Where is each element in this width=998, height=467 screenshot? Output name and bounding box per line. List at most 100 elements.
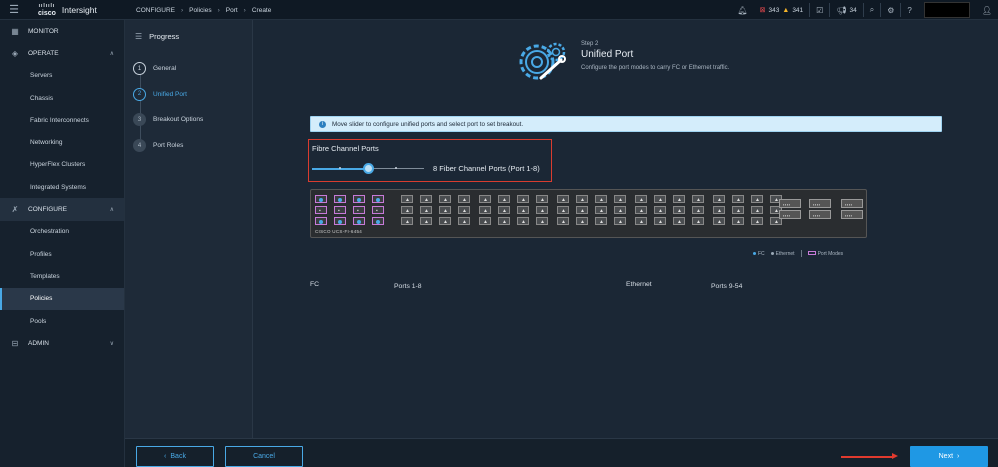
switch-port[interactable]: ▲ [401, 195, 413, 203]
switch-port[interactable]: ▲ [732, 217, 744, 225]
logo[interactable]: ıılıılı cisco Intersight [28, 0, 128, 20]
switch-port[interactable]: ▲ [654, 206, 666, 214]
progress-step-unified-port[interactable]: 2 Unified Port [133, 87, 187, 101]
switch-port[interactable]: ▲ [439, 217, 451, 225]
user-name-redacted[interactable] [923, 2, 970, 18]
switch-port[interactable]: ▲ [614, 217, 626, 225]
nav-item-fabric-interconnects[interactable]: Fabric Interconnects [0, 109, 124, 131]
switch-port[interactable] [353, 217, 365, 225]
uplink-port[interactable]: ▪▪▪▪ [841, 199, 863, 208]
switch-port[interactable]: ▲ [576, 195, 588, 203]
switch-port[interactable]: ▲ [401, 206, 413, 214]
nav-operate[interactable]: ◈ OPERATE ∧ [0, 42, 124, 64]
switch-port[interactable]: ▲ [557, 217, 569, 225]
switch-port[interactable]: ▲ [713, 206, 725, 214]
user-button[interactable]: 👤︎ [976, 0, 998, 20]
switch-port[interactable]: ▲ [479, 195, 491, 203]
switch-port[interactable]: ▲ [635, 206, 647, 214]
switch-port[interactable] [334, 217, 346, 225]
switch-port[interactable]: ▲ [498, 195, 510, 203]
switch-port[interactable]: ▪ [315, 206, 327, 214]
uplink-port[interactable]: ▪▪▪▪ [841, 210, 863, 219]
switch-port[interactable]: ▲ [732, 206, 744, 214]
switch-port[interactable]: ▲ [614, 206, 626, 214]
switch-port[interactable]: ▲ [692, 206, 704, 214]
switch-port[interactable]: ▲ [595, 206, 607, 214]
switch-port[interactable]: ▪ [372, 206, 384, 214]
switch-port[interactable]: ▲ [458, 195, 470, 203]
nav-item-policies[interactable]: Policies [0, 287, 124, 310]
nav-item-profiles[interactable]: Profiles [0, 243, 124, 265]
switch-port[interactable]: ▲ [536, 195, 548, 203]
nav-item-orchestration[interactable]: Orchestration [0, 221, 124, 243]
progress-step-breakout-options[interactable]: 3 Breakout Options [133, 113, 203, 126]
switch-port[interactable]: ▲ [692, 217, 704, 225]
breadcrumb-configure[interactable]: CONFIGURE [136, 7, 175, 14]
switch-port[interactable]: ▲ [713, 217, 725, 225]
switch-port[interactable]: ▲ [635, 217, 647, 225]
switch-port[interactable]: ▲ [635, 195, 647, 203]
switch-port[interactable]: ▲ [557, 206, 569, 214]
switch-port[interactable]: ▲ [576, 217, 588, 225]
nav-configure[interactable]: ✗ CONFIGURE ∧ [0, 198, 124, 221]
switch-port[interactable] [315, 217, 327, 225]
switch-port[interactable]: ▪ [334, 206, 346, 214]
nav-item-chassis[interactable]: Chassis [0, 87, 124, 109]
switch-port[interactable]: ▲ [458, 217, 470, 225]
breadcrumb-policies[interactable]: Policies [189, 7, 211, 14]
switch-port[interactable] [334, 195, 346, 203]
switch-port[interactable]: ▲ [536, 217, 548, 225]
settings-button[interactable]: ⚙ [881, 0, 900, 20]
switch-port[interactable]: ▲ [536, 206, 548, 214]
nav-item-networking[interactable]: Networking [0, 131, 124, 153]
uplink-port[interactable]: ▪▪▪▪ [809, 199, 831, 208]
switch-port[interactable]: ▲ [692, 195, 704, 203]
switch-port[interactable]: ▲ [420, 217, 432, 225]
nav-item-pools[interactable]: Pools [0, 310, 124, 332]
switch-port[interactable]: ▲ [458, 206, 470, 214]
announcements-button[interactable]: 📢︎ 34 [830, 0, 862, 20]
switch-port[interactable]: ▲ [557, 195, 569, 203]
switch-port[interactable]: ▲ [673, 206, 685, 214]
nav-item-servers[interactable]: Servers [0, 65, 124, 87]
switch-port[interactable] [315, 195, 327, 203]
switch-port[interactable]: ▲ [673, 217, 685, 225]
switch-port[interactable]: ▲ [576, 206, 588, 214]
switch-port[interactable]: ▲ [673, 195, 685, 203]
menu-icon[interactable]: ☰ [0, 0, 28, 20]
switch-port[interactable]: ▲ [439, 206, 451, 214]
switch-port[interactable]: ▲ [595, 195, 607, 203]
uplink-port[interactable]: ▪▪▪▪ [809, 210, 831, 219]
slider-handle[interactable] [362, 163, 374, 174]
nav-item-hyperflex-clusters[interactable]: HyperFlex Clusters [0, 154, 124, 176]
switch-port[interactable]: ▲ [479, 217, 491, 225]
switch-port[interactable]: ▲ [439, 195, 451, 203]
switch-port[interactable]: ▲ [654, 195, 666, 203]
uplink-port[interactable]: ▪▪▪▪ [779, 210, 801, 219]
switch-port[interactable]: ▲ [751, 195, 763, 203]
nav-item-templates[interactable]: Templates [0, 265, 124, 287]
switch-port[interactable]: ▲ [713, 195, 725, 203]
bell-button[interactable]: 🔔︎ [731, 0, 753, 20]
back-button[interactable]: ‹ Back [136, 446, 214, 467]
switch-port[interactable]: ▲ [654, 217, 666, 225]
progress-step-port-roles[interactable]: 4 Port Roles [133, 139, 183, 152]
nav-admin[interactable]: ⊟ ADMIN ∨ [0, 332, 124, 354]
cancel-button[interactable]: Cancel [225, 446, 303, 467]
switch-port[interactable]: ▲ [479, 206, 491, 214]
switch-port[interactable]: ▲ [732, 195, 744, 203]
next-button[interactable]: Next › [910, 446, 988, 467]
switch-port[interactable]: ▲ [420, 206, 432, 214]
search-button[interactable]: ⌕ [864, 0, 880, 20]
switch-port[interactable]: ▲ [517, 217, 529, 225]
switch-port[interactable]: ▲ [401, 217, 413, 225]
switch-port[interactable]: ▲ [751, 206, 763, 214]
nav-monitor[interactable]: ▦ MONITOR [0, 20, 124, 42]
switch-port[interactable]: ▪ [353, 206, 365, 214]
switch-port[interactable]: ▲ [498, 206, 510, 214]
progress-step-general[interactable]: 1 General [133, 62, 176, 75]
switch-port[interactable]: ▲ [420, 195, 432, 203]
uplink-port[interactable]: ▪▪▪▪ [779, 199, 801, 208]
requests-button[interactable]: ☑ [810, 0, 829, 20]
switch-port[interactable]: ▲ [751, 217, 763, 225]
